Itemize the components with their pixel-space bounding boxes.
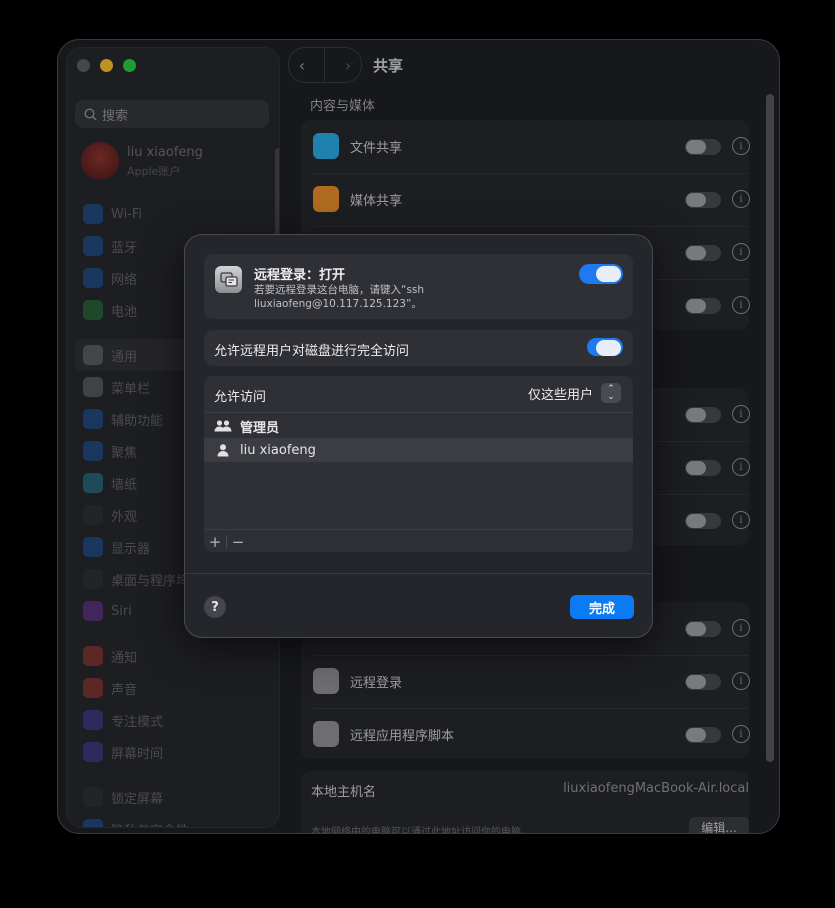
remove-user-button[interactable]: −	[227, 533, 249, 551]
allow-access-card: 允许访问 仅这些用户 ⌃ ⌄ 管理员 liu xiaofeng + −	[204, 376, 633, 552]
allow-access-label: 允许访问	[214, 390, 267, 405]
user-row[interactable]: 管理员	[204, 414, 633, 438]
remote-login-title: 远程登录：打开	[254, 268, 346, 283]
allow-access-select[interactable]: 仅这些用户 ⌃ ⌄	[528, 383, 621, 403]
user-row[interactable]: liu xiaofeng	[204, 438, 633, 462]
allow-access-selected: 仅这些用户	[527, 387, 593, 403]
remote-login-icon	[215, 266, 242, 293]
full-disk-access-label: 允许远程用户对磁盘进行完全访问	[214, 344, 410, 359]
sheet-divider	[185, 573, 652, 574]
remote-login-toggle[interactable]	[579, 264, 623, 284]
allow-access-header: 允许访问 仅这些用户 ⌃ ⌄	[204, 376, 633, 413]
remote-login-card: 远程登录：打开 若要远程登录这台电脑，请键入“ssh liuxiaofeng@1…	[204, 254, 633, 319]
user-name: 管理员	[240, 420, 280, 436]
full-disk-access-card: 允许远程用户对磁盘进行完全访问	[204, 330, 633, 366]
group-icon	[214, 420, 232, 432]
remote-login-sheet: 远程登录：打开 若要远程登录这台电脑，请键入“ssh liuxiaofeng@1…	[184, 234, 653, 638]
full-disk-access-toggle[interactable]	[587, 338, 623, 356]
add-user-button[interactable]: +	[204, 533, 226, 551]
chevron-updown-icon: ⌃ ⌄	[601, 383, 621, 403]
done-button[interactable]: 完成	[570, 595, 634, 619]
user-name: liu xiaofeng	[240, 442, 316, 458]
user-list-footer: + −	[204, 529, 633, 552]
remote-login-description: 若要远程登录这台电脑，请键入“ssh liuxiaofeng@10.117.12…	[254, 284, 425, 310]
help-button[interactable]: ?	[204, 596, 226, 618]
person-icon	[214, 443, 232, 457]
